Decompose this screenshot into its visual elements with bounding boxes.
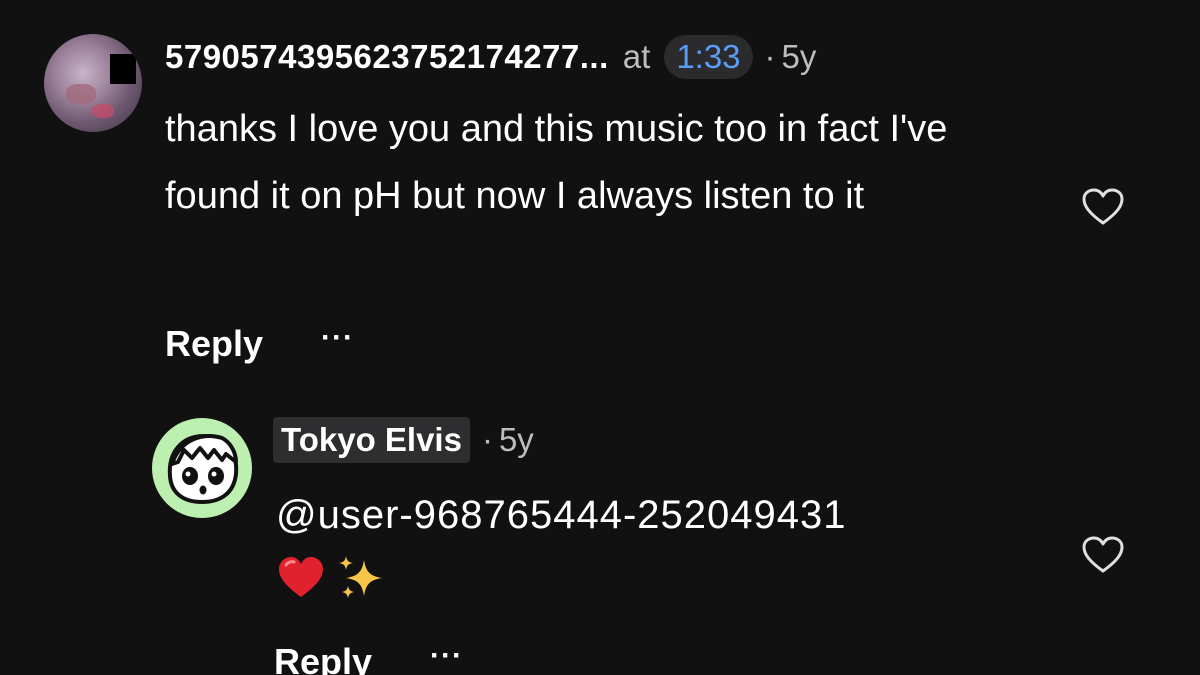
avatar-artwork-detail — [92, 104, 114, 118]
reply-button[interactable]: Reply — [165, 323, 263, 365]
separator-dot: · — [764, 38, 776, 75]
comment-header: Tokyo Elvis · 5y — [273, 414, 534, 466]
avatar[interactable] — [44, 34, 142, 132]
avatar[interactable] — [152, 418, 252, 518]
at-label: at — [622, 38, 651, 75]
comment-header: 579057439562375217427​7... at 1:33 · 5y — [165, 32, 816, 82]
comment-actions: Reply ··· — [274, 636, 463, 675]
timestamp-link[interactable]: 1:33 — [664, 35, 753, 79]
cartoon-face-icon — [167, 433, 239, 505]
avatar-artwork — [66, 84, 96, 104]
red-heart-emoji-icon — [279, 557, 323, 597]
like-heart-icon[interactable] — [1081, 187, 1125, 227]
sparkles-emoji-icon — [339, 556, 382, 598]
more-options-button[interactable]: ··· — [430, 639, 463, 673]
comment-actions: Reply ··· — [165, 318, 354, 370]
emoji-row — [276, 552, 388, 604]
author-name-highlighted[interactable]: Tokyo Elvis — [273, 417, 470, 463]
separator-dot: · — [481, 421, 493, 458]
reply-button[interactable]: Reply — [274, 641, 372, 675]
avatar-redaction — [110, 54, 136, 84]
comment-text: thanks I love you and this music too in … — [165, 108, 948, 217]
comment-age: 5y — [498, 421, 534, 458]
comment-text: @user-968765444-252049431 — [276, 493, 847, 537]
author-name[interactable]: 579057439562375217427​7... — [165, 38, 609, 76]
more-options-button[interactable]: ··· — [321, 321, 354, 355]
comment-age: 5y — [781, 38, 817, 75]
like-heart-icon[interactable] — [1081, 535, 1125, 575]
